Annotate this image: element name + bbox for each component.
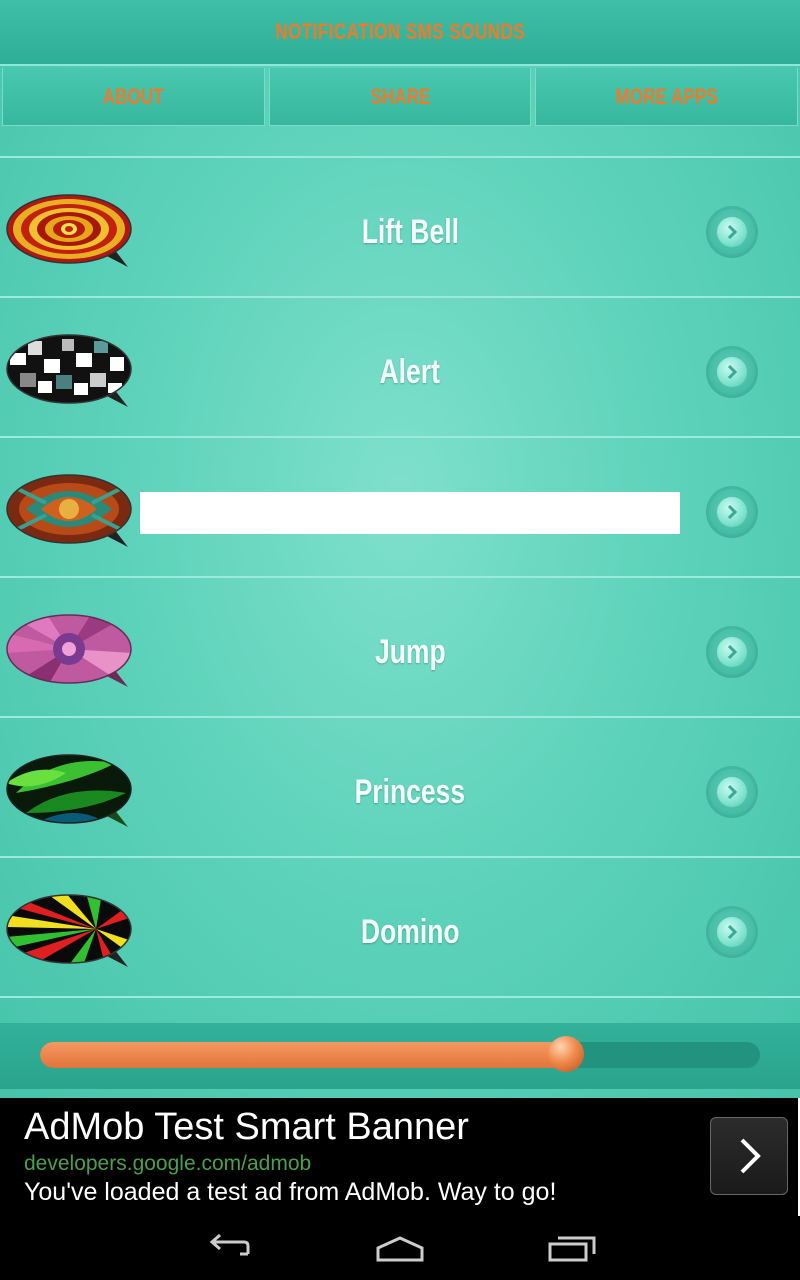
sound-row[interactable]: Alert (0, 298, 800, 436)
sound-name-text: Jump (374, 632, 446, 671)
tab-about[interactable]: ABOUT (2, 68, 265, 126)
play-arrow-button[interactable] (706, 486, 758, 538)
recent-apps-icon[interactable] (542, 1232, 602, 1264)
sound-name: Domino (140, 910, 680, 954)
divider (0, 996, 800, 998)
sound-name: Alert (140, 350, 680, 394)
play-arrow-button[interactable] (706, 906, 758, 958)
playback-bar (0, 1023, 800, 1089)
sound-name: Lift Bell (140, 210, 680, 254)
chevron-right-icon (717, 777, 747, 807)
tab-bar: ABOUT SHARE MORE APPS (0, 68, 800, 126)
chevron-right-icon (717, 637, 747, 667)
ad-title: AdMob Test Smart Banner (24, 1106, 469, 1148)
sound-name-text: Domino (360, 912, 460, 951)
tab-more-apps[interactable]: MORE APPS (535, 68, 799, 126)
sound-row[interactable] (0, 438, 800, 576)
play-arrow-button[interactable] (706, 766, 758, 818)
play-arrow-button[interactable] (706, 346, 758, 398)
seek-thumb[interactable] (547, 1036, 584, 1072)
sound-list: Lift Bell Alert Jump Princess Domino (0, 156, 800, 998)
chevron-right-icon (717, 357, 747, 387)
bubble-leaf-icon (6, 754, 132, 827)
progress-fill (40, 1042, 566, 1068)
app-title: NOTIFICATION SMS SOUNDS (275, 19, 525, 44)
tab-more-apps-label: MORE APPS (615, 83, 718, 109)
bubble-rays-icon (6, 894, 132, 967)
tab-share-label: SHARE (369, 83, 431, 109)
bubble-kaleidoscope-icon (6, 614, 132, 687)
bubble-mosaic-icon (6, 334, 132, 407)
bubble-rings-icon (6, 194, 132, 267)
play-arrow-button[interactable] (706, 626, 758, 678)
ad-text: You've loaded a test ad from AdMob. Way … (24, 1178, 557, 1206)
play-arrow-button[interactable] (706, 206, 758, 258)
chevron-right-icon (717, 497, 747, 527)
sound-row[interactable]: Domino (0, 858, 800, 996)
tab-share[interactable]: SHARE (268, 68, 532, 126)
ad-banner[interactable]: AdMob Test Smart Banner developers.googl… (0, 1098, 800, 1216)
chevron-right-icon (717, 917, 747, 947)
tab-about-label: ABOUT (102, 83, 164, 109)
title-bar: NOTIFICATION SMS SOUNDS (0, 0, 800, 66)
sound-name-text: Alert (379, 352, 441, 391)
progress-track[interactable] (40, 1042, 760, 1068)
sound-name-text: Princess (354, 772, 466, 811)
chevron-right-icon (717, 217, 747, 247)
sound-name-text: Lift Bell (361, 212, 459, 251)
ad-open-button[interactable] (710, 1117, 788, 1195)
sound-row[interactable]: Princess (0, 718, 800, 856)
sound-row[interactable]: Lift Bell (0, 158, 800, 296)
ad-url: developers.google.com/admob (24, 1152, 312, 1175)
chevron-right-icon (740, 1138, 761, 1174)
back-icon[interactable] (200, 1232, 260, 1264)
sound-row[interactable]: Jump (0, 578, 800, 716)
sound-name: Princess (140, 770, 680, 814)
app-screen: NOTIFICATION SMS SOUNDS ABOUT SHARE MORE… (0, 0, 800, 1098)
home-icon[interactable] (370, 1232, 430, 1264)
sound-name (140, 492, 680, 534)
bubble-ornament-icon (6, 474, 132, 547)
system-nav-bar (0, 1216, 800, 1280)
sound-name: Jump (140, 630, 680, 674)
